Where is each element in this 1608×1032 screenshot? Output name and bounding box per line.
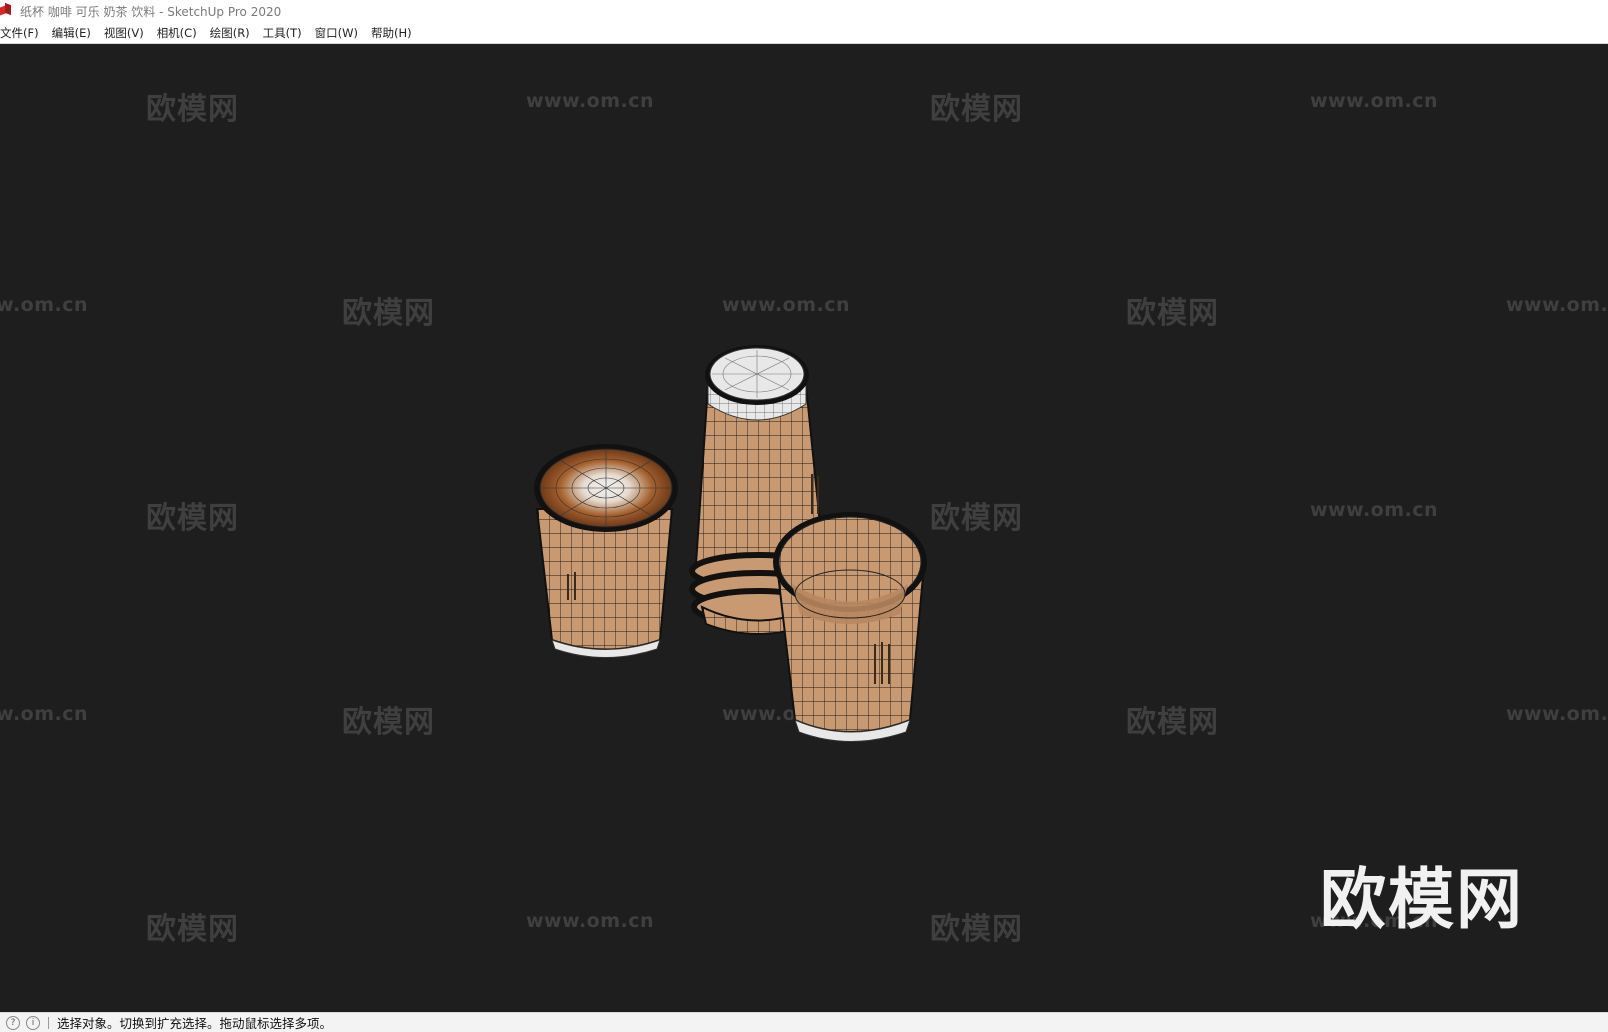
menu-edit[interactable]: 编辑(E) [52,25,98,41]
status-separator [48,1016,49,1029]
status-message: 选择对象。切换到扩充选择。拖动鼠标选择多项。 [57,1016,333,1031]
modeling-viewport[interactable]: 欧模网 www.om.cn 欧模网 www.om.cn www.om.cn 欧模… [0,44,1608,1012]
menu-file[interactable]: 文件(F) [0,25,46,41]
menu-window[interactable]: 窗口(W) [315,25,365,41]
info-icon[interactable]: i [26,1015,40,1030]
menu-camera[interactable]: 相机(C) [157,25,204,41]
empty-cup-right[interactable] [773,512,927,742]
menu-tools[interactable]: 工具(T) [263,25,309,41]
menu-draw[interactable]: 绘图(R) [210,25,257,41]
window-title: 纸杯 咖啡 可乐 奶茶 饮料 - SketchUp Pro 2020 [20,4,282,19]
menu-bar: 文件(F) 编辑(E) 视图(V) 相机(C) 绘图(R) 工具(T) 窗口(W… [0,22,1608,44]
status-bar: ? i 选择对象。切换到扩充选择。拖动鼠标选择多项。 [0,1012,1608,1032]
sketchup-logo-icon [0,2,14,18]
menu-view[interactable]: 视图(V) [104,25,151,41]
brand-logo: 欧模网 [1320,861,1524,938]
coffee-cup-left[interactable] [534,444,678,658]
geo-location-icon[interactable]: ? [6,1015,20,1030]
title-bar: 纸杯 咖啡 可乐 奶茶 饮料 - SketchUp Pro 2020 [0,0,1608,22]
menu-help[interactable]: 帮助(H) [371,25,419,41]
